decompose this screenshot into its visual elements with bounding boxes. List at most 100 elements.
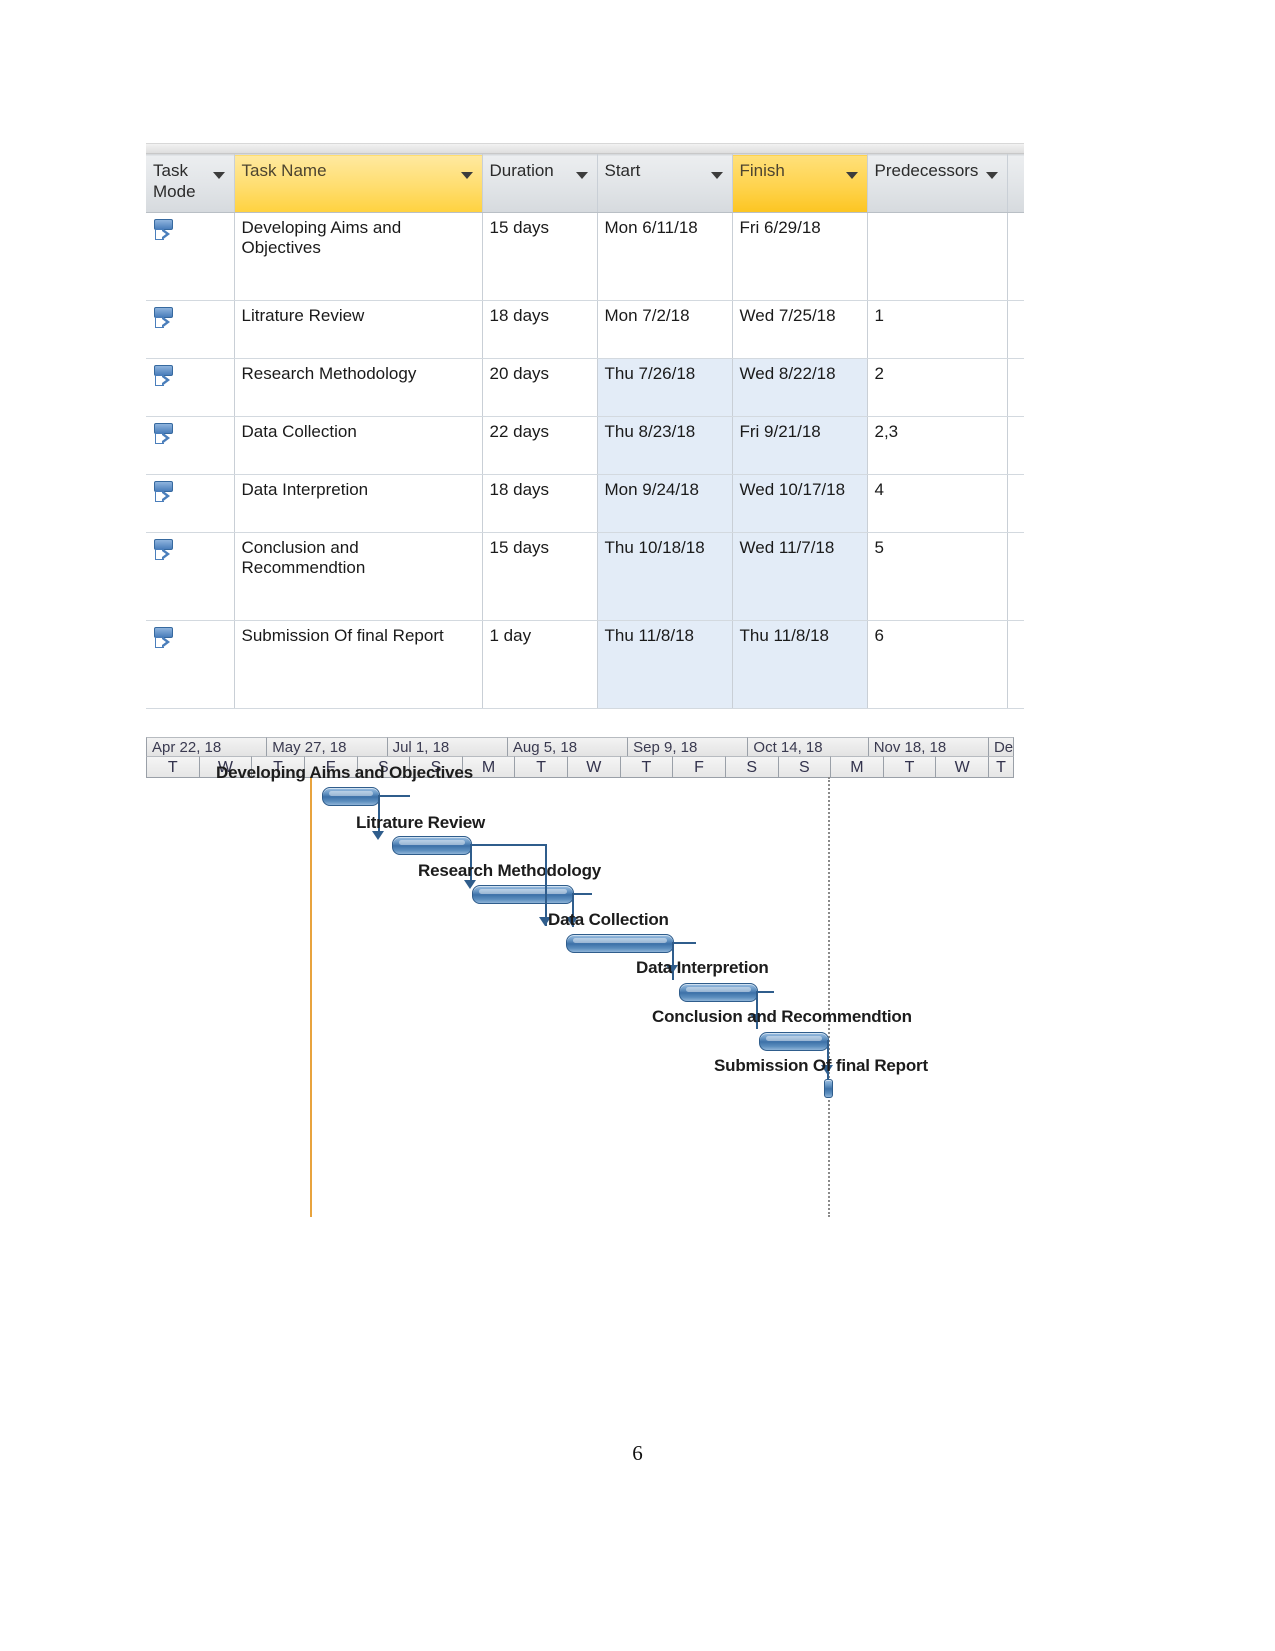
task-mode-cell[interactable]	[146, 532, 235, 621]
task-mode-cell[interactable]	[146, 358, 235, 417]
duration-cell[interactable]: 15 days	[482, 532, 598, 621]
manually-scheduled-icon	[153, 422, 175, 448]
task-name-cell[interactable]: Research Methodology	[234, 358, 483, 417]
column-header-duration[interactable]: Duration	[482, 154, 598, 213]
column-header-task-mode[interactable]: Task Mode	[146, 154, 235, 213]
manually-scheduled-icon	[153, 538, 175, 564]
timeline-day: W	[935, 756, 988, 778]
manually-scheduled-icon	[153, 480, 175, 506]
table-row[interactable]: Conclusion and Recommendtion 15 days Thu…	[146, 532, 1024, 621]
predecessors-cell[interactable]: 2	[867, 358, 1008, 417]
column-header-finish[interactable]: Finish	[732, 154, 868, 213]
filter-dropdown-icon[interactable]	[710, 172, 723, 179]
table-row[interactable]: Developing Aims and Objectives 15 days M…	[146, 212, 1024, 301]
task-mode-cell[interactable]	[146, 212, 235, 301]
filter-dropdown-icon[interactable]	[212, 172, 225, 179]
task-name-cell[interactable]: Conclusion and Recommendtion	[234, 532, 483, 621]
timeline-month: Aug 5, 18	[506, 737, 628, 756]
table-row[interactable]: Data Interpretion 18 days Mon 9/24/18 We…	[146, 474, 1024, 533]
start-cell[interactable]: Thu 10/18/18	[597, 532, 733, 621]
column-header-predecessors-label: Predecessors	[874, 161, 979, 180]
timeline-day: T	[988, 756, 1014, 778]
timeline-month: Sep 9, 18	[627, 737, 748, 756]
finish-cell[interactable]: Fri 6/29/18	[732, 212, 868, 301]
task-name-cell[interactable]: Data Collection	[234, 416, 483, 475]
row-overflow-cell	[1007, 300, 1024, 359]
column-header-overflow	[1007, 154, 1024, 213]
predecessors-cell[interactable]: 1	[867, 300, 1008, 359]
table-row[interactable]: Submission Of final Report 1 day Thu 11/…	[146, 620, 1024, 709]
duration-cell[interactable]: 1 day	[482, 620, 598, 709]
finish-cell[interactable]: Wed 10/17/18	[732, 474, 868, 533]
gantt-bar[interactable]	[472, 885, 574, 904]
row-overflow-cell	[1007, 620, 1024, 709]
start-cell[interactable]: Mon 9/24/18	[597, 474, 733, 533]
task-mode-cell[interactable]	[146, 416, 235, 475]
filter-dropdown-icon[interactable]	[575, 172, 588, 179]
task-name-cell[interactable]: Litrature Review	[234, 300, 483, 359]
row-overflow-cell	[1007, 532, 1024, 621]
column-header-start[interactable]: Start	[597, 154, 733, 213]
predecessors-cell[interactable]: 6	[867, 620, 1008, 709]
timeline-month: May 27, 18	[266, 737, 387, 756]
link-line	[672, 942, 696, 944]
task-name-cell[interactable]: Submission Of final Report	[234, 620, 483, 709]
gantt-bar[interactable]	[679, 983, 758, 1002]
column-header-task-name[interactable]: Task Name	[234, 154, 483, 213]
column-header-predecessors[interactable]: Predecessors	[867, 154, 1008, 213]
predecessors-cell[interactable]: 2,3	[867, 416, 1008, 475]
manually-scheduled-icon	[153, 306, 175, 332]
task-name-cell[interactable]: Data Interpretion	[234, 474, 483, 533]
predecessors-cell[interactable]	[867, 212, 1008, 301]
duration-cell[interactable]: 20 days	[482, 358, 598, 417]
status-date-line	[828, 777, 830, 1217]
link-line	[545, 844, 547, 926]
start-cell[interactable]: Thu 11/8/18	[597, 620, 733, 709]
filter-dropdown-icon[interactable]	[460, 172, 473, 179]
gantt-bar[interactable]	[322, 787, 380, 806]
duration-cell[interactable]: 18 days	[482, 300, 598, 359]
predecessors-cell[interactable]: 5	[867, 532, 1008, 621]
table-row[interactable]: Litrature Review 18 days Mon 7/2/18 Wed …	[146, 300, 1024, 359]
gantt-bar[interactable]	[566, 934, 674, 953]
page-number: 6	[632, 1441, 643, 1465]
finish-cell[interactable]: Fri 9/21/18	[732, 416, 868, 475]
timeline-month: Dec	[987, 737, 1014, 756]
start-cell[interactable]: Thu 8/23/18	[597, 416, 733, 475]
start-cell[interactable]: Mon 6/11/18	[597, 212, 733, 301]
timeline-day: T	[619, 756, 673, 778]
start-cell[interactable]: Mon 7/2/18	[597, 300, 733, 359]
task-mode-cell[interactable]	[146, 474, 235, 533]
timeline-months-row: Apr 22, 18 May 27, 18 Jul 1, 18 Aug 5, 1…	[146, 737, 1014, 756]
start-cell[interactable]: Thu 7/26/18	[597, 358, 733, 417]
timeline-day: S	[777, 756, 831, 778]
manually-scheduled-icon	[153, 626, 175, 652]
link-line	[470, 844, 547, 846]
duration-cell[interactable]: 22 days	[482, 416, 598, 475]
today-line	[310, 777, 312, 1217]
finish-cell[interactable]: Wed 11/7/18	[732, 532, 868, 621]
timeline-day: M	[830, 756, 883, 778]
filter-dropdown-icon[interactable]	[845, 172, 858, 179]
finish-cell[interactable]: Thu 11/8/18	[732, 620, 868, 709]
finish-cell[interactable]: Wed 8/22/18	[732, 358, 868, 417]
task-grid: Task Mode Task Name Duration Start Finis…	[146, 154, 1024, 709]
task-name-cell[interactable]: Developing Aims and Objectives	[234, 212, 483, 301]
gantt-bar[interactable]	[759, 1032, 829, 1051]
gantt-bar[interactable]	[392, 836, 472, 855]
duration-cell[interactable]: 18 days	[482, 474, 598, 533]
table-row[interactable]: Research Methodology 20 days Thu 7/26/18…	[146, 358, 1024, 417]
finish-cell[interactable]: Wed 7/25/18	[732, 300, 868, 359]
gantt-bar-label: Research Methodology	[418, 861, 602, 880]
gantt-bar[interactable]	[824, 1079, 833, 1098]
timeline-day: T	[146, 756, 199, 778]
duration-cell[interactable]: 15 days	[482, 212, 598, 301]
row-overflow-cell	[1007, 474, 1024, 533]
predecessors-cell[interactable]: 4	[867, 474, 1008, 533]
gantt-bar-label: Developing Aims and Objectives	[216, 763, 473, 782]
column-header-duration-label: Duration	[489, 161, 554, 180]
task-mode-cell[interactable]	[146, 620, 235, 709]
filter-dropdown-icon[interactable]	[985, 172, 998, 179]
task-mode-cell[interactable]	[146, 300, 235, 359]
table-row[interactable]: Data Collection 22 days Thu 8/23/18 Fri …	[146, 416, 1024, 475]
